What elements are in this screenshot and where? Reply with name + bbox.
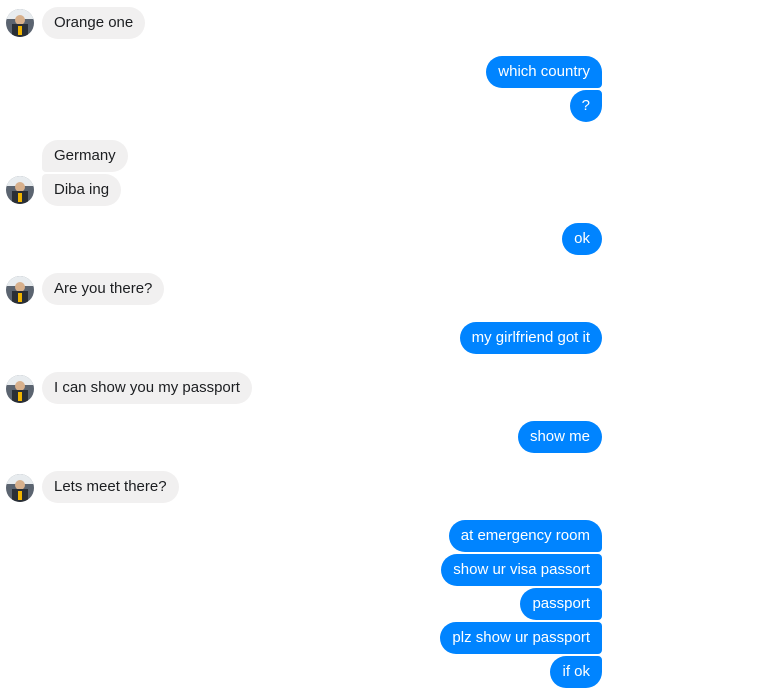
contact-avatar-icon[interactable] xyxy=(6,176,34,204)
incoming-message[interactable]: Diba ing xyxy=(42,174,122,206)
incoming-message[interactable]: Germany xyxy=(42,140,128,172)
contact-avatar-icon[interactable] xyxy=(6,375,34,403)
outgoing-message[interactable]: passport xyxy=(520,588,602,620)
outgoing-message[interactable]: ok xyxy=(562,223,602,255)
outgoing-message[interactable]: which country xyxy=(486,56,602,88)
outgoing-message[interactable]: ? xyxy=(569,90,602,122)
incoming-message[interactable]: Lets meet there? xyxy=(42,471,179,503)
contact-avatar-icon[interactable] xyxy=(6,276,34,304)
outgoing-message[interactable]: if ok xyxy=(550,656,602,688)
incoming-message[interactable]: Orange one xyxy=(42,7,146,39)
outgoing-message[interactable]: show me xyxy=(517,421,602,453)
outgoing-message[interactable]: show ur visa passort xyxy=(441,554,602,586)
outgoing-message[interactable]: at emergency room xyxy=(448,520,602,552)
incoming-message[interactable]: I can show you my passport xyxy=(42,372,252,404)
contact-avatar-icon[interactable] xyxy=(6,9,34,37)
outgoing-message[interactable]: plz show ur passport xyxy=(440,622,602,654)
contact-avatar-icon[interactable] xyxy=(6,474,34,502)
outgoing-message[interactable]: my girlfriend got it xyxy=(459,322,602,354)
incoming-message[interactable]: Are you there? xyxy=(42,273,165,305)
